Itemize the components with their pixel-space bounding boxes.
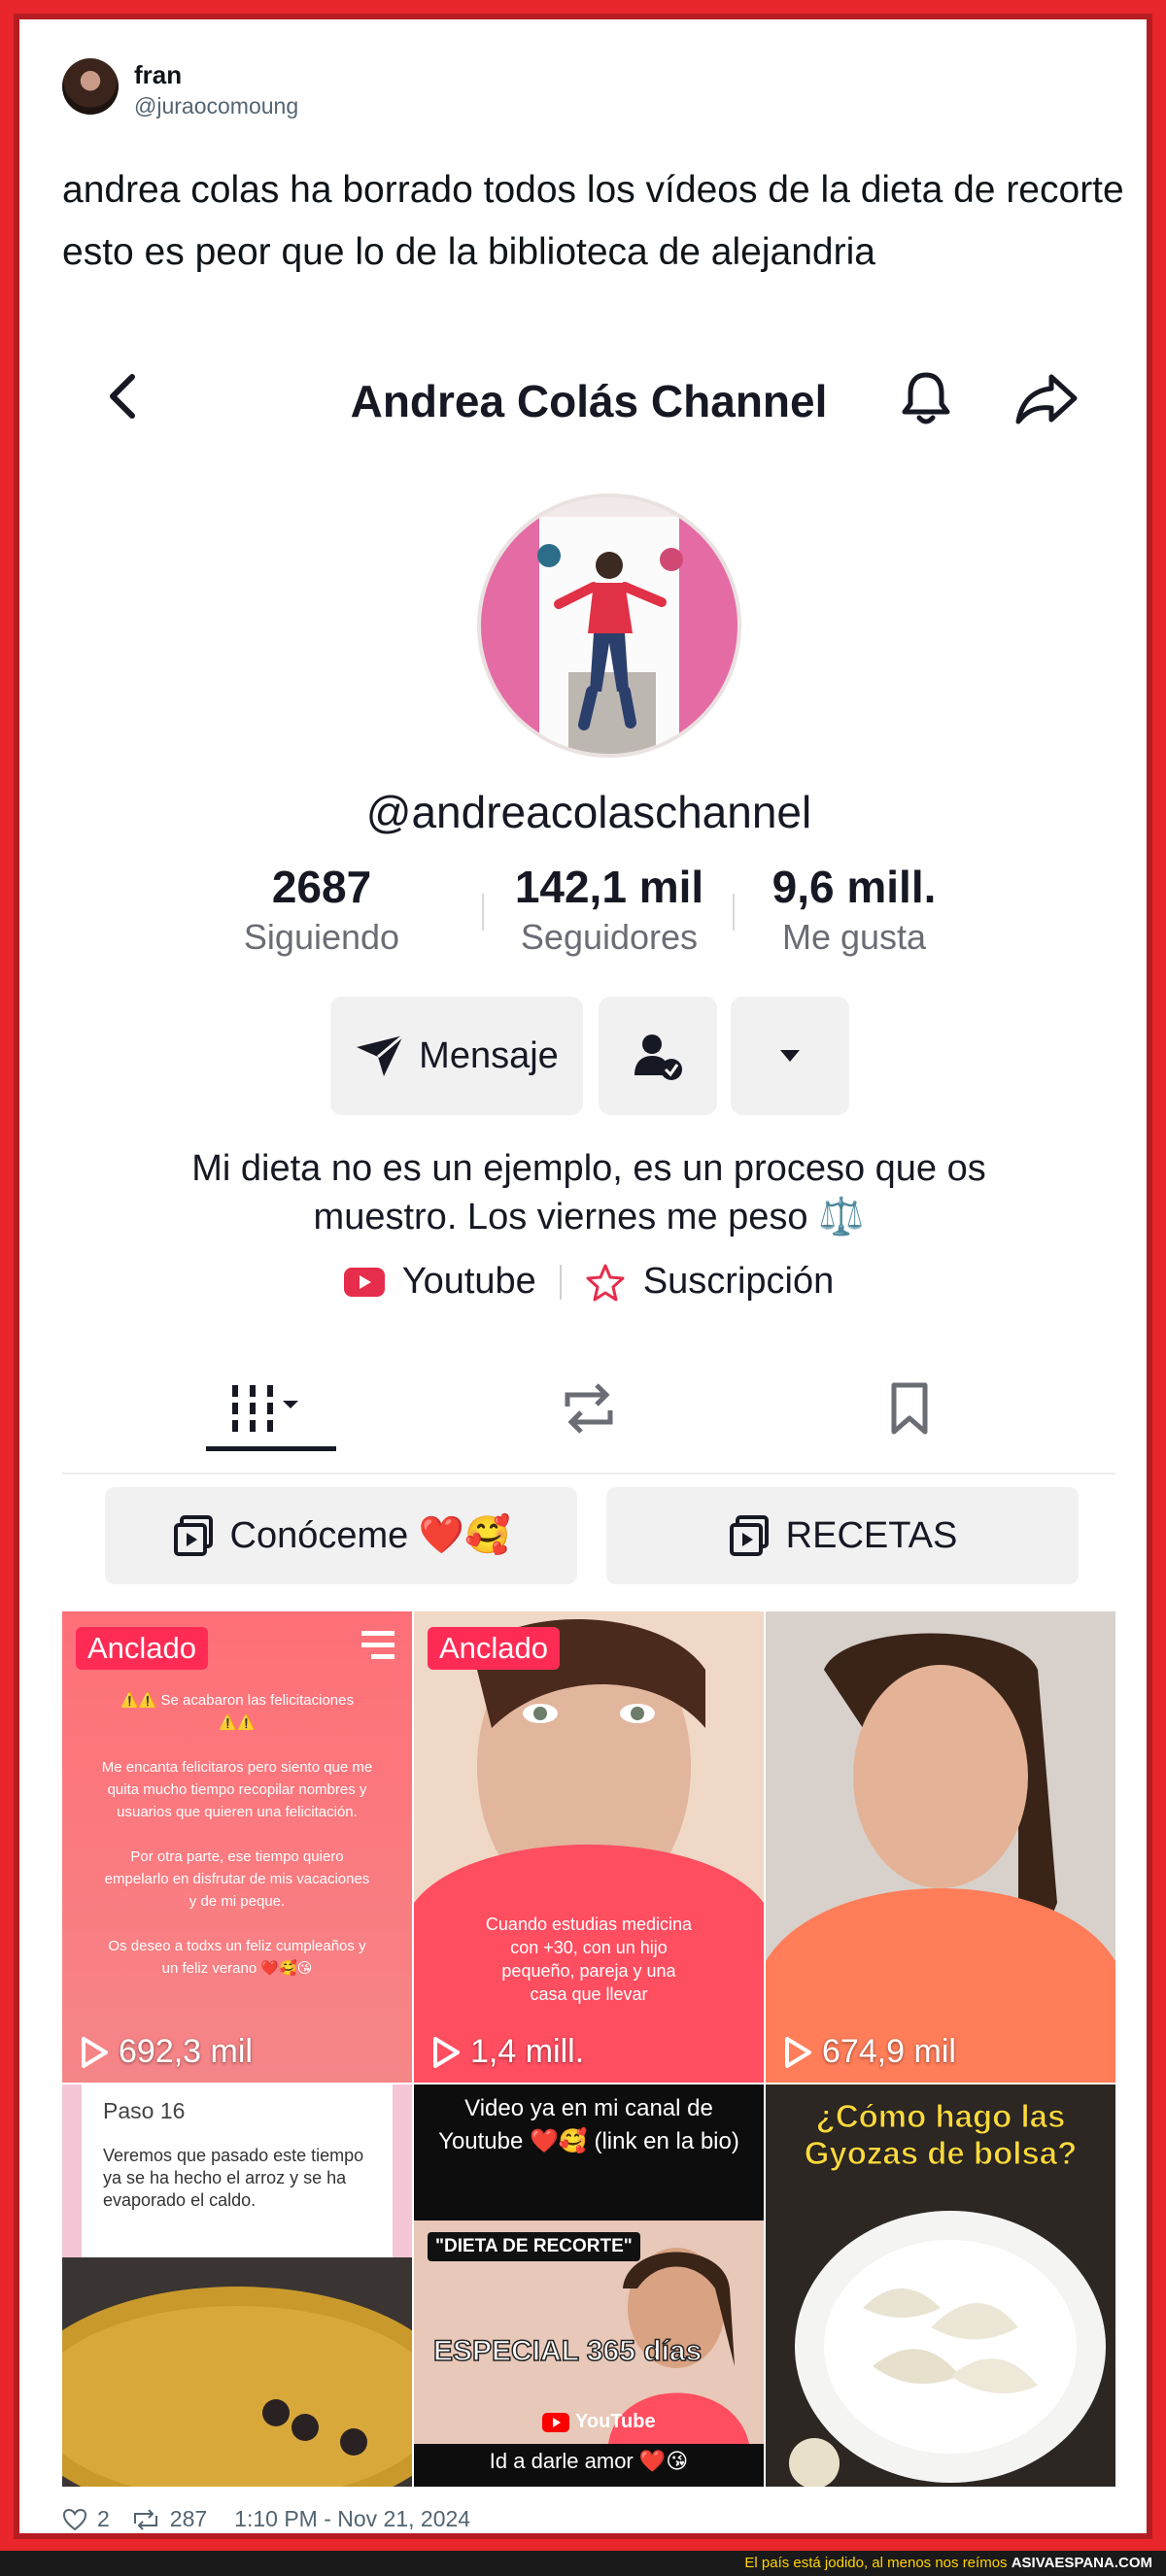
video-frame (414, 1611, 764, 2083)
playlist-icon (729, 1515, 769, 1556)
youtube-link[interactable]: Youtube (402, 1261, 536, 1303)
send-icon (357, 1034, 405, 1076)
recipe-step-text: Veremos que pasado este tiempo ya se ha … (103, 2146, 364, 2210)
profile-picture[interactable] (477, 493, 741, 758)
recipe-step-title: Paso 16 (103, 2098, 186, 2123)
video-thumbnail[interactable]: Video ya en mi canal de Youtube ❤️🥰 (lin… (414, 2085, 764, 2487)
view-count: 1,4 mill. (431, 2033, 584, 2071)
play-icon (82, 2036, 108, 2068)
like-count: 2 (97, 2506, 110, 2531)
playlist-icon (173, 1515, 213, 1556)
video-overlay-text: Cuando estudias medicina con +30, con un… (485, 1915, 693, 2004)
profile-username: @andreacolaschannel (365, 787, 812, 837)
video-overlay-text: Id a darle amor ❤️😘 (489, 2449, 689, 2473)
share-icon[interactable] (1014, 371, 1079, 425)
subscription-star-icon (586, 1264, 625, 1301)
stat-likes-value: 9,6 mill. (772, 862, 937, 912)
video-thumbnail[interactable]: Paso 16 Veremos que pasado este tiempo y… (62, 2085, 412, 2487)
play-icon (433, 2036, 460, 2068)
pinned-badge: Anclado (76, 1627, 209, 1670)
playlist-label: RECETAS (785, 1514, 958, 1556)
message-button-label: Mensaje (419, 1034, 559, 1076)
view-count: 674,9 mil (783, 2033, 956, 2071)
stat-following[interactable]: 2687 Siguiendo (210, 861, 433, 958)
youtube-logo-text: YouTube (575, 2411, 656, 2432)
video-thumbnail[interactable]: Anclado Cuando estudias medicina con +30… (414, 1611, 764, 2083)
view-count: 692,3 mil (80, 2033, 253, 2071)
view-count-value: 674,9 mil (822, 2033, 956, 2070)
profile-bio: Mi dieta no es un ejemplo, es un proceso… (62, 1144, 1115, 1241)
video-thumbnail[interactable]: 674,9 mil (766, 1611, 1115, 2083)
tweet-avatar[interactable] (62, 58, 119, 115)
video-overlay-title: Video ya en mi canal de Youtube ❤️🥰 (lin… (438, 2095, 739, 2154)
youtube-thumbnail: "DIETA DE RECORTE" ESPECIAL 365 días You… (414, 2220, 764, 2444)
caret-down-icon (780, 1050, 800, 1062)
retweet-count: 287 (169, 2506, 208, 2531)
playlist-label: Conóceme ❤️🥰 (229, 1515, 511, 1556)
video-overlay-text: ⚠️⚠️ Se acabaron las felicitaciones ⚠️⚠️… (101, 1692, 373, 1977)
recipe-note-card: Paso 16 Veremos que pasado este tiempo y… (82, 2085, 393, 2257)
post-frame: fran @juraocomoung andrea colas ha borra… (14, 14, 1152, 2539)
tab-saved[interactable] (851, 1370, 968, 1447)
video-thumbnail[interactable]: ¿Cómo hago las Gyozas de bolsa? (766, 2085, 1115, 2487)
banner-special: ESPECIAL 365 días (432, 2334, 703, 2368)
footer-brand[interactable]: ASIVAESPANA.COM (1012, 2555, 1152, 2571)
tweet-text: andrea colas ha borrado todos los vídeos… (62, 169, 1124, 273)
playlist-recetas[interactable]: RECETAS (606, 1487, 1079, 1584)
heart-icon[interactable] (62, 2508, 87, 2531)
play-icon (785, 2036, 811, 2068)
stat-following-value: 2687 (271, 862, 372, 912)
stat-followers[interactable]: 142,1 mil Seguidores (497, 861, 721, 958)
view-count-value: 1,4 mill. (470, 2033, 585, 2070)
stat-divider (733, 894, 735, 931)
youtube-icon (343, 1267, 385, 1297)
tweet-author-name[interactable]: fran (134, 60, 182, 90)
tweet-actions: 2 287 1:10 PM - Nov 21, 2024 (62, 2506, 470, 2532)
profile-links: Youtube Suscripción (62, 1261, 1115, 1303)
video-overlay-title: ¿Cómo hago las Gyozas de bolsa? (804, 2098, 1078, 2172)
retweet-icon[interactable] (131, 2508, 160, 2531)
banner-diet: "DIETA DE RECORTE" (428, 2232, 640, 2261)
grid-icon (232, 1385, 298, 1432)
subscription-link[interactable]: Suscripción (643, 1261, 834, 1303)
active-tab-indicator (206, 1446, 336, 1451)
bio-line-2: muestro. Los viernes me peso ⚖️ (313, 1197, 865, 1237)
message-button[interactable]: Mensaje (330, 997, 583, 1115)
tab-videos[interactable] (210, 1370, 326, 1447)
tiktok-screenshot: Andrea Colás Channel @andreacolaschannel… (62, 336, 1115, 2487)
footer-tagline: El país está jodido, al menos nos reímos (744, 2555, 1008, 2571)
bell-icon[interactable] (896, 367, 956, 427)
video-frame (766, 1611, 1115, 2083)
stat-divider (482, 894, 484, 931)
tweet-author-handle[interactable]: @juraocomoung (134, 93, 298, 119)
profile-tabs (62, 1354, 1115, 1474)
stat-following-label: Siguiendo (243, 917, 400, 957)
menu-lines-icon (361, 1631, 394, 1659)
playlist-conoceme[interactable]: Conóceme ❤️🥰 (105, 1487, 577, 1584)
youtube-logo: YouTube (542, 2411, 656, 2433)
tab-reposts[interactable] (531, 1370, 647, 1447)
user-check-icon (634, 1034, 682, 1080)
links-divider (559, 1264, 562, 1300)
pinned-badge: Anclado (428, 1627, 561, 1670)
video-thumbnail[interactable]: Anclado ⚠️⚠️ Se acabaron las felicitacio… (62, 1611, 412, 2083)
youtube-play-icon (542, 2412, 569, 2432)
stat-likes-label: Me gusta (781, 917, 927, 957)
more-options-dropdown[interactable] (731, 997, 849, 1115)
site-footer: El país está jodido, al menos nos reímos… (0, 2551, 1166, 2576)
tweet-timestamp[interactable]: 1:10 PM - Nov 21, 2024 (234, 2506, 470, 2532)
view-count-value: 692,3 mil (119, 2033, 253, 2070)
repost-icon (565, 1383, 613, 1434)
channel-title: Andrea Colás Channel (350, 376, 828, 426)
following-status-button[interactable] (599, 997, 717, 1115)
stat-followers-value: 142,1 mil (514, 862, 704, 912)
tweet-card: fran @juraocomoung andrea colas ha borra… (25, 25, 1141, 2531)
stat-followers-label: Seguidores (520, 917, 699, 957)
bookmark-icon (891, 1382, 928, 1435)
paella-pan-image (62, 2257, 412, 2487)
stat-likes[interactable]: 9,6 mill. Me gusta (742, 861, 966, 958)
bio-line-1: Mi dieta no es un ejemplo, es un proceso… (191, 1148, 986, 1189)
